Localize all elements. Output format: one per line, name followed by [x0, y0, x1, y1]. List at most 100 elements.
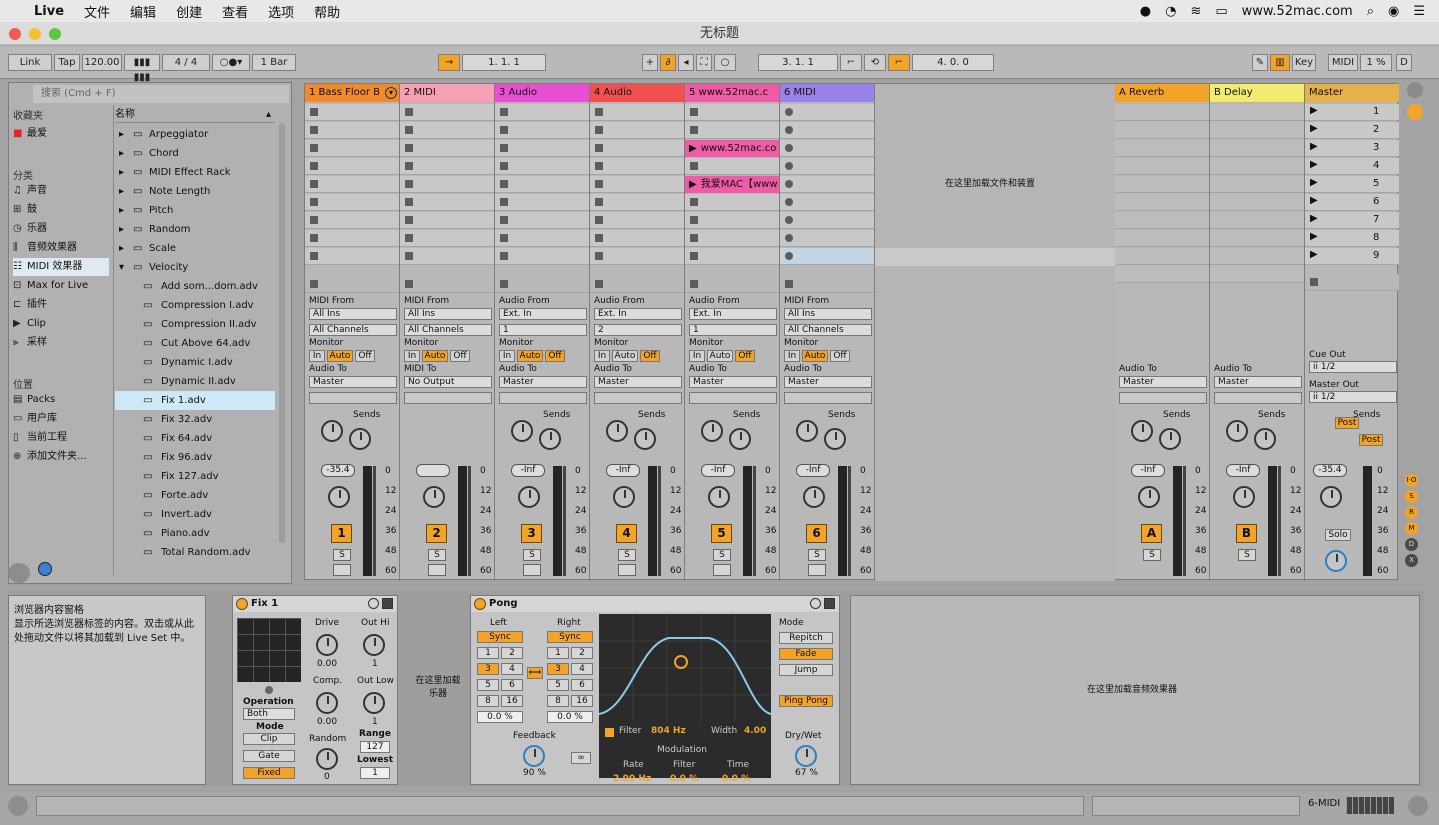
- notification-icon[interactable]: ●: [1140, 4, 1151, 19]
- post-button[interactable]: Post: [1335, 417, 1359, 429]
- clip-slot[interactable]: [685, 194, 779, 211]
- scene-play-icon[interactable]: ▶: [1310, 141, 1318, 152]
- wifi-icon[interactable]: ≋: [1190, 4, 1201, 19]
- stop-clips-slot[interactable]: [780, 276, 874, 293]
- clip-slot[interactable]: [400, 158, 494, 175]
- input-source-select[interactable]: All Ins: [784, 308, 872, 320]
- send-a-knob[interactable]: [701, 420, 723, 442]
- device-preset-item[interactable]: ▭ Invert.adv: [115, 505, 275, 524]
- monitor-off-button[interactable]: Off: [830, 350, 850, 362]
- device-preset-item[interactable]: ▭ Forte.adv: [115, 486, 275, 505]
- clip-stop-icon[interactable]: [690, 234, 698, 242]
- clip-stop-icon[interactable]: [595, 198, 603, 206]
- scene-play-icon[interactable]: ▶: [1310, 213, 1318, 224]
- width-value[interactable]: 4.00: [744, 726, 766, 736]
- scene-play-icon[interactable]: ▶: [1310, 123, 1318, 134]
- arm-button[interactable]: [523, 564, 541, 576]
- clip-stop-icon[interactable]: [405, 198, 413, 206]
- solo-button[interactable]: S: [333, 549, 351, 561]
- clip-slot[interactable]: [495, 194, 589, 211]
- category-midi-effects[interactable]: ☷ MIDI 效果器: [13, 258, 109, 276]
- follow-button[interactable]: →: [438, 54, 460, 71]
- right-division-button[interactable]: 3: [547, 663, 569, 675]
- scene-launch[interactable]: ▶ 9: [1305, 248, 1399, 265]
- clip-stop-icon[interactable]: [785, 144, 793, 152]
- monitor-off-button[interactable]: Off: [640, 350, 660, 362]
- right-sync-button[interactable]: Sync: [547, 631, 593, 643]
- scene-launch[interactable]: ▶ 6: [1305, 194, 1399, 211]
- arm-button[interactable]: [333, 564, 351, 576]
- browser-scrollbar[interactable]: [279, 123, 285, 543]
- track-header[interactable]: 2 MIDI: [400, 84, 494, 102]
- monitor-auto-button[interactable]: Auto: [327, 350, 353, 362]
- clip-slot[interactable]: [305, 104, 399, 121]
- device-preset-item[interactable]: ▭ Add som...dom.adv: [115, 277, 275, 296]
- output-channel-select[interactable]: [784, 392, 872, 404]
- time-signature[interactable]: 4 / 4: [162, 54, 210, 71]
- keyboard-midi-button[interactable]: ▥: [1270, 54, 1290, 71]
- category-sounds[interactable]: ♫ 声音: [13, 182, 109, 200]
- rate-value[interactable]: 2.00 Hz: [613, 774, 651, 784]
- output-channel-select[interactable]: [309, 392, 397, 404]
- place-packs[interactable]: ▤ Packs: [13, 391, 109, 409]
- clip-stop-icon[interactable]: [785, 216, 793, 224]
- clip-stop-icon[interactable]: [500, 252, 508, 260]
- track-header[interactable]: 5 www.52mac.c: [685, 84, 779, 102]
- range-field[interactable]: 127: [360, 741, 390, 753]
- fix1-hotswap-icon[interactable]: [368, 598, 379, 609]
- pong-hotswap-icon[interactable]: [810, 598, 821, 609]
- clip-slot[interactable]: [495, 248, 589, 265]
- search-input[interactable]: 搜索 (Cmd + F): [33, 85, 289, 103]
- mixer-section-toggle-0[interactable]: I·O: [1405, 474, 1418, 487]
- send-b-knob[interactable]: [349, 428, 371, 450]
- clip-stop-icon[interactable]: [500, 180, 508, 188]
- punch-in-button[interactable]: ⌐: [840, 54, 862, 71]
- device-preset-item[interactable]: ▭ Total Random.adv: [115, 543, 275, 562]
- folder-item[interactable]: ▸ ▭ Random: [115, 220, 275, 239]
- output-select[interactable]: Master: [594, 376, 682, 388]
- volume-field[interactable]: -Inf: [796, 464, 830, 477]
- clip-stop-icon[interactable]: [310, 108, 318, 116]
- send-b-knob[interactable]: [539, 428, 561, 450]
- input-channel-select[interactable]: All Channels: [784, 324, 872, 336]
- pan-knob[interactable]: [328, 486, 350, 508]
- menu-create[interactable]: 创建: [176, 2, 202, 21]
- operation-select[interactable]: Both: [243, 708, 295, 720]
- pan-knob[interactable]: [708, 486, 730, 508]
- input-channel-select[interactable]: 1: [499, 324, 587, 336]
- left-division-button[interactable]: 2: [501, 647, 523, 659]
- track-header[interactable]: 6 MIDI: [780, 84, 874, 102]
- clip-slot[interactable]: [780, 194, 874, 211]
- detail-view-toggle-icon[interactable]: [1408, 796, 1428, 816]
- fader-track[interactable]: [1278, 466, 1281, 576]
- zoom-window-button[interactable]: [49, 28, 61, 40]
- tap-button[interactable]: Tap: [54, 54, 80, 71]
- clip-slot[interactable]: [780, 140, 874, 157]
- pan-knob[interactable]: [613, 486, 635, 508]
- clip-stop-icon[interactable]: [500, 144, 508, 152]
- input-source-select[interactable]: Ext. In: [499, 308, 587, 320]
- clip-stop-icon[interactable]: [500, 126, 508, 134]
- overdub-button[interactable]: +: [642, 54, 658, 71]
- output-select[interactable]: No Output: [404, 376, 492, 388]
- session-record-button[interactable]: ○: [714, 54, 736, 71]
- clip-slot[interactable]: [590, 212, 684, 229]
- clip-slot[interactable]: [400, 176, 494, 193]
- clip-slot[interactable]: [495, 140, 589, 157]
- device-preset-item[interactable]: ▭ Fix 127.adv: [115, 467, 275, 486]
- right-division-button[interactable]: 5: [547, 679, 569, 691]
- loop-length[interactable]: 4. 0. 0: [912, 54, 994, 71]
- solo-button[interactable]: S: [523, 549, 541, 561]
- clip-slot[interactable]: [305, 140, 399, 157]
- place-add-folder[interactable]: ⊕ 添加文件夹...: [13, 448, 109, 466]
- monitor-in-button[interactable]: In: [689, 350, 705, 362]
- siri-icon[interactable]: ◉: [1388, 4, 1399, 19]
- clip-stop-icon[interactable]: [595, 126, 603, 134]
- scene-launch[interactable]: ▶ 8: [1305, 230, 1399, 247]
- mod-filter-value[interactable]: 0.0 %: [670, 774, 698, 784]
- stop-clip-icon[interactable]: [785, 280, 793, 288]
- ping-pong-button[interactable]: Ping Pong: [779, 695, 833, 707]
- folder-item[interactable]: ▸ ▭ Arpeggiator: [115, 125, 275, 144]
- clip-stop-icon[interactable]: [405, 162, 413, 170]
- track-activator-button[interactable]: 5: [711, 524, 732, 543]
